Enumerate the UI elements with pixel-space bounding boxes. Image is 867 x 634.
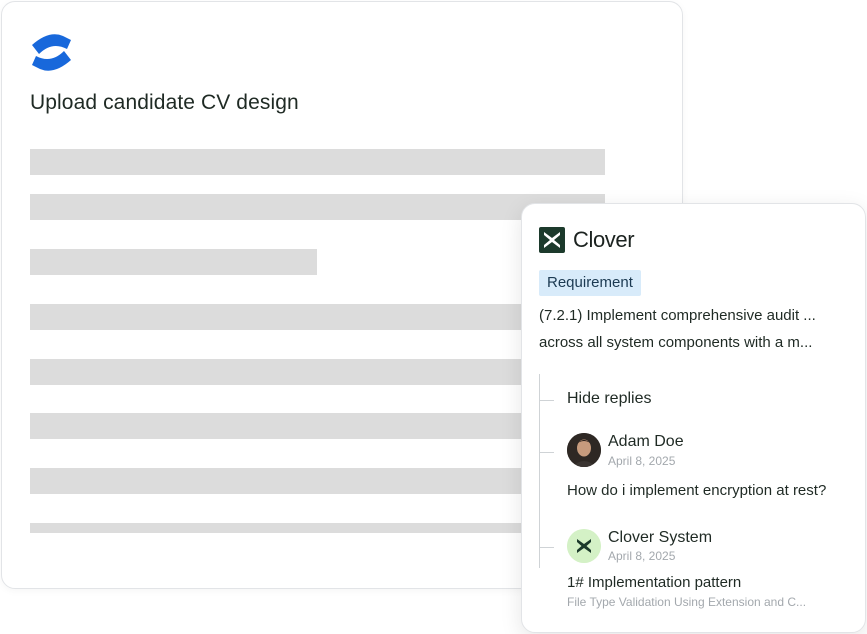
content-placeholder-line xyxy=(30,194,605,220)
reply-date: April 8, 2025 xyxy=(608,454,676,468)
content-placeholder-line xyxy=(30,523,605,533)
content-placeholder-line xyxy=(30,149,605,175)
clover-logo-icon xyxy=(567,529,601,563)
reply-text: How do i implement encryption at rest? xyxy=(567,482,827,499)
thread-line xyxy=(539,374,540,568)
reply-author: Adam Doe xyxy=(608,433,684,450)
requirement-text-line: across all system components with a m... xyxy=(539,334,813,351)
avatar xyxy=(567,433,601,467)
user-avatar-icon xyxy=(567,433,601,467)
reply-subtext: File Type Validation Using Extension and… xyxy=(567,595,807,609)
content-placeholder-line xyxy=(30,359,605,385)
content-placeholder-line xyxy=(30,304,605,330)
confluence-logo-icon xyxy=(32,34,71,71)
hide-replies-button[interactable]: Hide replies xyxy=(567,390,651,408)
reply-author: Clover System xyxy=(608,529,713,546)
reply-date: April 8, 2025 xyxy=(608,549,676,563)
content-placeholder-line xyxy=(30,468,605,494)
thread-connector xyxy=(540,452,554,453)
avatar xyxy=(567,529,601,563)
thread-connector xyxy=(540,400,554,401)
requirement-text-line: (7.2.1) Implement comprehensive audit ..… xyxy=(539,307,816,324)
brand-name: Clover xyxy=(573,227,635,252)
page-title: Upload candidate CV design xyxy=(30,91,299,114)
requirement-badge: Requirement xyxy=(539,270,641,296)
reply-text: 1# Implementation pattern xyxy=(567,574,742,591)
clover-logo-icon xyxy=(539,227,565,253)
clover-brand: Clover xyxy=(539,227,635,253)
content-placeholder-line xyxy=(30,249,317,275)
content-placeholder-line xyxy=(30,413,605,439)
clover-comment-panel: Clover Requirement (7.2.1) Implement com… xyxy=(521,203,866,633)
thread-connector xyxy=(540,547,554,548)
